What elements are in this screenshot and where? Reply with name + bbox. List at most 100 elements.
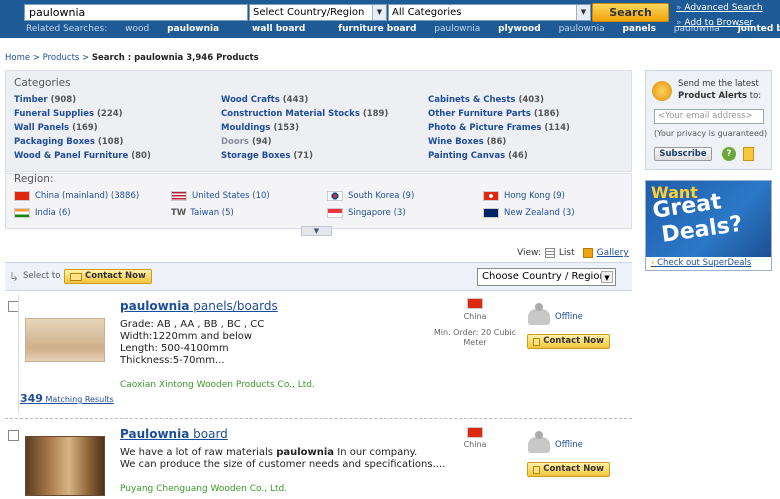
related-search-link[interactable]: furniture board (323, 24, 416, 34)
category-link[interactable]: Timber (908) (14, 95, 76, 105)
category-name: Storage Boxes (221, 151, 291, 161)
search-input[interactable]: paulownia (24, 4, 248, 21)
gallery-view-icon[interactable] (582, 248, 593, 258)
supplier-status[interactable]: Offline (528, 303, 583, 325)
contact-now-label: Contact Now (85, 271, 146, 281)
gallery-view-link[interactable]: Gallery (597, 248, 629, 258)
alert-to: to: (747, 91, 762, 101)
region-link[interactable]: South Korea (9) (327, 191, 414, 201)
category-link[interactable]: Cabinets & Chests (403) (428, 95, 544, 105)
category-link[interactable]: Wine Boxes (86) (428, 137, 506, 147)
category-link[interactable]: Mouldings (153) (221, 123, 299, 133)
category-count: (443) (282, 95, 309, 105)
region-count: (6) (58, 208, 71, 218)
subscribe-button[interactable]: Subscribe (654, 147, 712, 161)
product-desc-line: We can produce the size of customer need… (120, 459, 446, 470)
region-link[interactable]: Hong Kong (9) (483, 191, 565, 201)
company-link[interactable]: Puyang Chenguang Wooden Co., Ltd. (120, 484, 287, 494)
related-search-link[interactable]: wood paulownia (125, 24, 219, 34)
top-search-bar: paulownia Select Country/Region ▼ All Cat… (0, 0, 780, 38)
select-arrow-icon: ↳ (9, 270, 20, 284)
category-name: Other Furniture Parts (428, 109, 531, 119)
breadcrumb-separator: > (82, 53, 90, 63)
expand-regions-toggle[interactable]: ▼ (301, 226, 332, 236)
status-text: Offline (555, 312, 583, 322)
new-zealand-flag-icon (483, 208, 499, 218)
help-icon[interactable]: ? (722, 147, 736, 161)
choose-country-select[interactable]: Choose Country / Region ▼ (477, 268, 616, 286)
category-count: (153) (273, 123, 299, 133)
hong-kong-flag-icon (483, 191, 499, 201)
region-link[interactable]: China (mainland) (3886) (14, 191, 139, 201)
product-thumbnail[interactable] (25, 436, 105, 496)
related-bold: wall board (252, 24, 306, 34)
product-checkbox[interactable] (8, 430, 19, 441)
category-name: Wall Panels (14, 123, 70, 133)
category-link[interactable]: Funeral Supplies (224) (14, 109, 123, 119)
view-switcher: View: List Gallery (517, 248, 629, 258)
breadcrumb: Home > Products > Search : paulownia 3,9… (5, 53, 259, 63)
breadcrumb-separator: > (32, 53, 40, 63)
search-button[interactable]: Search (592, 3, 669, 22)
region-name: United States (192, 191, 250, 201)
breadcrumb-products[interactable]: Products (43, 53, 80, 63)
related-pre: paulownia (558, 24, 608, 34)
contact-now-button[interactable]: Contact Now (527, 462, 610, 477)
region-name: Singapore (348, 208, 391, 218)
region-name: Hong Kong (504, 191, 551, 201)
category-name: Wood & Panel Furniture (14, 151, 129, 161)
list-view-link[interactable]: List (559, 248, 575, 258)
company-link[interactable]: Caoxian Xintong Wooden Products Co., Ltd… (120, 380, 315, 390)
category-link[interactable]: Wood Crafts (443) (221, 95, 308, 105)
envelope-icon (533, 337, 541, 346)
category-link[interactable]: Doors (94) (221, 137, 272, 147)
related-search-link[interactable]: paulownia plywood (434, 24, 540, 34)
related-search-link[interactable]: paulownia panels (559, 24, 656, 34)
superdeals-link[interactable]: Check out SuperDeals (651, 258, 751, 268)
categories-panel: Categories Timber (908) Wood Crafts (443… (5, 70, 632, 172)
category-link[interactable]: Construction Material Stocks (189) (221, 109, 388, 119)
product-title-keyword: paulownia (120, 299, 190, 313)
category-link[interactable]: Packaging Boxes (108) (14, 137, 123, 147)
contact-now-bulk-button[interactable]: Contact Now (64, 269, 152, 284)
min-order: Min. Order: 20 Cubic Meter (433, 328, 517, 347)
list-view-icon[interactable] (544, 248, 555, 258)
email-field[interactable]: <Your email address> (654, 109, 764, 124)
category-count: (94) (251, 137, 272, 147)
notepad-icon[interactable] (743, 147, 754, 161)
china-flag-icon (14, 191, 30, 201)
taiwan-code: TW (171, 208, 187, 218)
category-link[interactable]: Photo & Picture Frames (114) (428, 123, 570, 133)
region-link[interactable]: Singapore (3) (327, 208, 406, 218)
region-link[interactable]: India (6) (14, 208, 71, 218)
region-name: South Korea (348, 191, 400, 201)
region-count: (9) (402, 191, 415, 201)
choose-country-value: Choose Country / Region (482, 271, 606, 282)
category-link[interactable]: Painting Canvas (46) (428, 151, 528, 161)
superdeals-banner[interactable]: Want Great Deals? Check out SuperDeals (645, 180, 772, 271)
advanced-search-link[interactable]: Advanced Search (676, 3, 762, 13)
category-select[interactable]: All Categories ▼ (388, 4, 591, 21)
product-thumbnail[interactable] (25, 318, 105, 362)
related-pre: paulownia (434, 24, 484, 34)
region-link[interactable]: TW Taiwan (5) (171, 208, 234, 218)
breadcrumb-home[interactable]: Home (5, 53, 30, 63)
product-title-link[interactable]: Paulownia board (120, 427, 228, 441)
category-link[interactable]: Storage Boxes (71) (221, 151, 313, 161)
region-link[interactable]: New Zealand (3) (483, 208, 575, 218)
category-link[interactable]: Wall Panels (169) (14, 123, 98, 133)
related-searches-label: Related Searches: (26, 24, 108, 34)
region-link[interactable]: United States (10) (171, 191, 270, 201)
add-to-browser-link[interactable]: Add to Browser (676, 18, 753, 28)
matching-results-link[interactable]: 349 Matching Results (20, 392, 114, 405)
china-flag-icon (467, 427, 483, 438)
supplier-status[interactable]: Offline (528, 431, 583, 453)
category-link[interactable]: Other Furniture Parts (186) (428, 109, 559, 119)
country-select[interactable]: Select Country/Region ▼ (249, 4, 387, 21)
deals-banner-image[interactable]: Want Great Deals? (646, 181, 771, 257)
region-count: (5) (221, 208, 234, 218)
related-search-link[interactable]: wall board (237, 24, 305, 34)
product-title-link[interactable]: paulownia panels/boards (120, 299, 278, 313)
category-link[interactable]: Wood & Panel Furniture (80) (14, 151, 151, 161)
contact-now-button[interactable]: Contact Now (527, 334, 610, 349)
